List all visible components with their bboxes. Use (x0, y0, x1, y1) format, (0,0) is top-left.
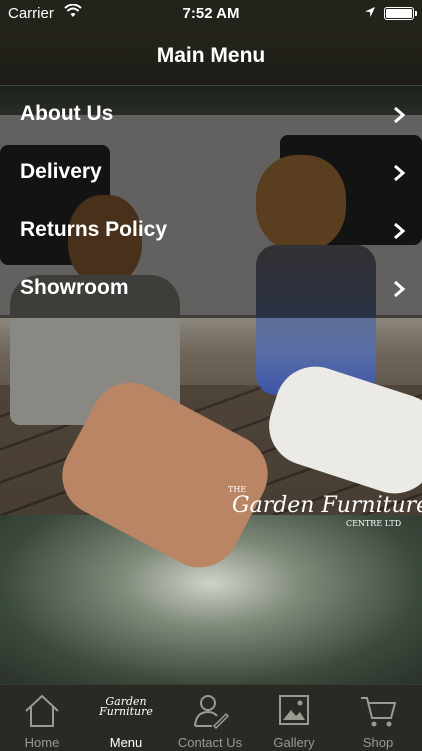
chevron-right-icon (390, 280, 408, 298)
chevron-right-icon (390, 164, 408, 182)
home-icon (0, 693, 84, 729)
menu-item-showroom[interactable]: Showroom (0, 260, 422, 318)
chevron-right-icon (390, 106, 408, 124)
battery-icon (384, 7, 417, 20)
tab-label: Shop (362, 735, 394, 750)
menu-item-label: Delivery (20, 160, 102, 183)
menu-item-about-us[interactable]: About Us (0, 86, 422, 144)
tab-home[interactable]: Home (0, 685, 84, 751)
page-title: Main Menu (156, 44, 266, 67)
menu-logo-icon: Garden Furniture (99, 695, 153, 718)
location-icon (364, 5, 376, 22)
tab-shop[interactable]: Shop (336, 685, 420, 751)
menu-item-label: About Us (20, 102, 114, 125)
tab-menu[interactable]: Garden Furniture Menu (84, 685, 168, 751)
navigation-bar: Main Menu (0, 28, 422, 85)
tab-bar: Home Garden Furniture Menu Contact Us Ga… (0, 684, 422, 751)
gallery-icon (252, 693, 336, 729)
tab-gallery[interactable]: Gallery (252, 685, 336, 751)
clock: 7:52 AM (182, 5, 240, 22)
contact-icon (168, 693, 252, 729)
status-bar: Carrier 7:52 AM (0, 0, 422, 28)
main-menu: About Us Delivery Returns Policy Showroo… (0, 86, 422, 318)
menu-item-returns-policy[interactable]: Returns Policy (0, 202, 422, 260)
tab-label: Contact Us (177, 735, 243, 750)
tab-contact-us[interactable]: Contact Us (168, 685, 252, 751)
menu-item-delivery[interactable]: Delivery (0, 144, 422, 202)
menu-item-label: Returns Policy (20, 218, 168, 241)
menu-item-label: Showroom (20, 276, 129, 299)
tab-label: Home (24, 735, 60, 750)
tab-label: Gallery (273, 735, 315, 750)
tab-label: Menu (109, 735, 143, 750)
chevron-right-icon (390, 222, 408, 240)
cart-icon (336, 693, 420, 729)
